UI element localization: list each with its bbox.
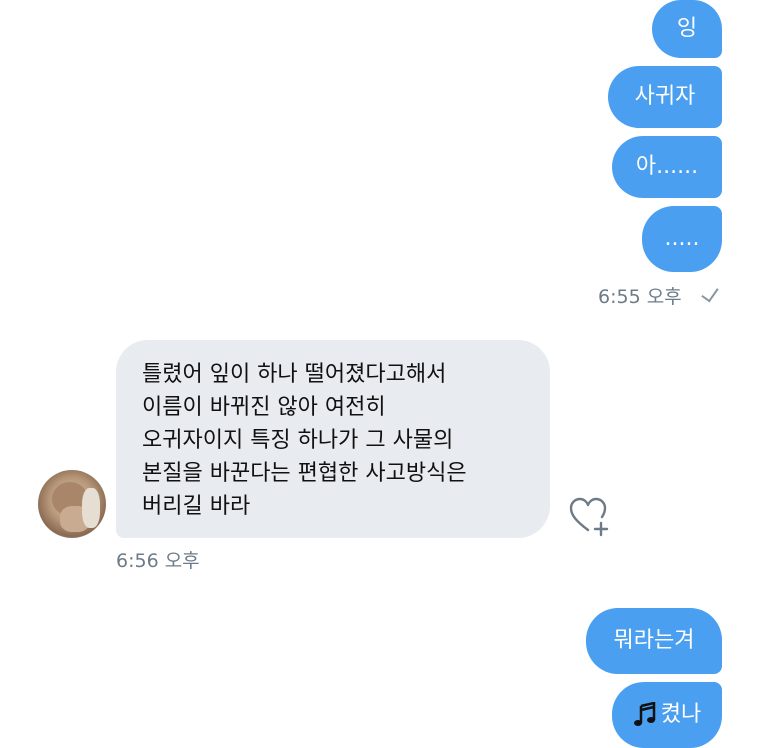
outgoing-message[interactable]: 잉	[652, 0, 722, 58]
message-timestamp: 6:56 오후	[116, 550, 200, 572]
outgoing-message[interactable]: 아......	[612, 136, 722, 198]
like-heart-icon[interactable]	[568, 496, 612, 538]
avatar[interactable]	[38, 470, 106, 538]
music-note-icon	[633, 702, 655, 726]
message-text: 사귀자	[634, 84, 696, 109]
message-text: 뭐라는겨	[613, 628, 695, 653]
message-line: 이름이 바뀌진 않아 여전히	[142, 395, 386, 420]
message-line: 버리길 바라	[142, 494, 251, 519]
message-text: 잉	[676, 16, 698, 41]
message-line: 틀렸어 잎이 하나 떨어졌다고해서	[142, 362, 447, 387]
outgoing-message[interactable]: 사귀자	[608, 66, 722, 128]
message-text: 켰나	[660, 702, 702, 727]
message-text: 아......	[635, 154, 699, 179]
outgoing-message[interactable]: 뭐라는겨	[586, 608, 722, 674]
incoming-message[interactable]: 틀렸어 잎이 하나 떨어졌다고해서 이름이 바뀌진 않아 여전히 오귀자이지 특…	[116, 340, 550, 538]
message-line: 오귀자이지 특징 하나가 그 사물의	[142, 428, 454, 453]
outgoing-message[interactable]: 켰나	[612, 682, 722, 748]
sent-check-icon	[701, 283, 719, 303]
outgoing-message[interactable]: .....	[642, 206, 722, 272]
message-line: 본질을 바꾼다는 편협한 사고방식은	[142, 461, 467, 486]
message-text: .....	[664, 226, 700, 251]
message-timestamp: 6:55 오후	[598, 286, 682, 308]
